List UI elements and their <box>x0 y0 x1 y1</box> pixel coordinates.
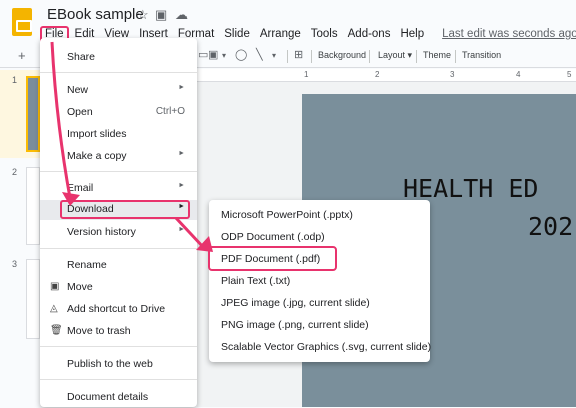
arrow-download-to-pdf <box>174 216 206 250</box>
arrow-file-to-download <box>50 41 72 199</box>
annotation-arrows <box>50 41 213 252</box>
arrow-head-icon <box>62 192 80 206</box>
